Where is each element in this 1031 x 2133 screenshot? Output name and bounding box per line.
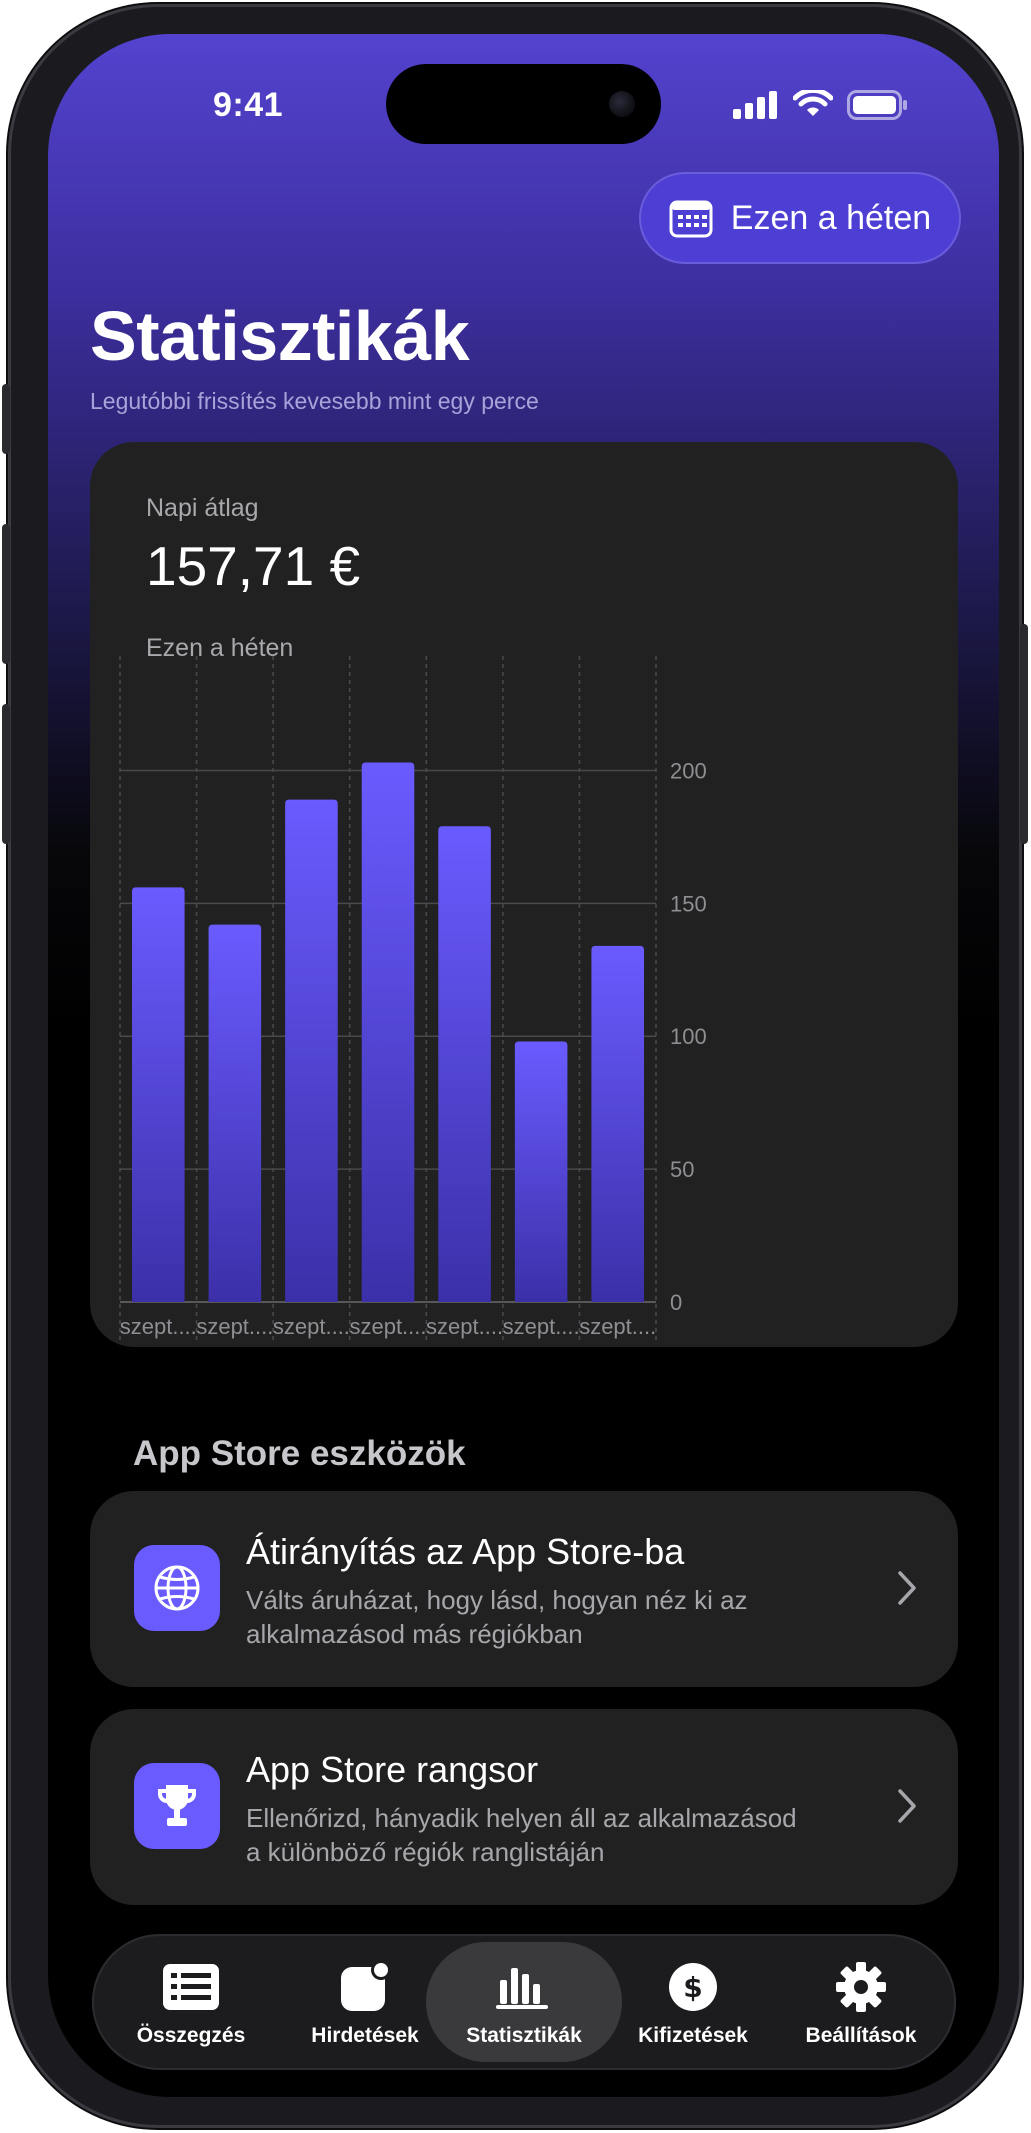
tool-card-app-store-ranking[interactable]: App Store rangsor Ellenőrizd, hányadik h… [90,1709,958,1905]
x-tick-label: szept.... [273,1314,350,1339]
action-button [2,384,10,454]
tab-label: Összegzés [136,2024,246,2047]
dynamic-island [386,64,661,144]
dollar-icon: $ [668,1956,718,2018]
x-tick-label: szept.... [196,1314,273,1339]
bar [132,887,185,1302]
x-tick-label: szept.... [349,1314,426,1339]
bar [514,1041,568,1302]
daily-average-card: Napi átlag 157,71 € Ezen a héten 0 50 100 1… [90,442,958,1347]
period-selector-label: Ezen a héten [730,198,932,237]
tab-label: Beállítások [805,2024,917,2047]
tab-bar: Összegzés Hirdetések Statisztikák $ Kifi… [92,1934,956,2070]
svg-text:$: $ [683,1971,702,2004]
app-badge-icon [337,1956,393,2018]
section-title-app-store-tools: App Store eszközök [133,1434,466,1473]
status-time: 9:41 [212,86,284,124]
y-tick-label: 200 [670,758,707,783]
phone-frame: 9:41 Ezen a héten Statisztikák Legutóbbi… [2,4,1028,2128]
tab-payouts[interactable]: $ Kifizetések [604,1942,782,2062]
tool-description: Ellenőrizd, hányadik helyen áll az alkal… [246,1803,797,1867]
calendar-icon [669,200,713,238]
volume-up-button [2,524,10,664]
bar [591,945,644,1302]
tab-label: Statisztikák [466,2024,582,2047]
gear-icon [835,1956,887,2018]
camera-icon [609,91,635,117]
last-updated-text: Legutóbbi frissítés kevesebb mint egy pe… [90,388,539,414]
power-button [1020,624,1028,844]
tab-settings[interactable]: Beállítások [772,1942,950,2062]
x-tick-label: szept.... [120,1314,197,1339]
tab-summary[interactable]: Összegzés [102,1942,280,2062]
tool-description: Válts áruházat, hogy lásd, hogyan néz ki… [246,1585,748,1649]
y-tick-label: 0 [670,1290,682,1315]
volume-down-button [2,704,10,844]
page-title: Statisztikák [90,297,470,375]
globe-icon [134,1545,220,1631]
x-tick-label: szept.... [426,1314,503,1339]
cellular-signal-icon [733,91,777,119]
list-icon [163,1956,219,2018]
status-icons [733,90,909,120]
bar [285,799,338,1302]
tab-label: Kifizetések [638,2024,748,2047]
y-tick-label: 50 [670,1157,694,1182]
battery-icon [847,90,907,120]
x-tick-label: szept.... [503,1314,580,1339]
tool-title: Átirányítás az App Store-ba [246,1531,685,1572]
bar [208,924,262,1302]
chevron-right-icon [898,1789,916,1823]
trophy-icon [134,1763,220,1849]
screen: 9:41 Ezen a héten Statisztikák Legutóbbi… [48,34,999,2097]
chevron-right-icon [898,1571,916,1605]
period-selector-button[interactable]: Ezen a héten [639,172,961,264]
tab-statistics[interactable]: Statisztikák [426,1942,622,2062]
tab-label: Hirdetések [311,2024,419,2047]
tool-title: App Store rangsor [246,1749,539,1790]
wifi-icon [793,90,833,116]
earnings-bar-chart: 050100150200szept.... szept.... szept.... s… [119,656,707,1342]
x-tick-label: szept.... [579,1314,656,1339]
tool-card-app-store-redirect[interactable]: Átirányítás az App Store-ba Válts áruház… [90,1491,958,1687]
bar-chart-icon [496,1956,552,2018]
y-tick-label: 100 [670,1024,707,1049]
bar [361,762,415,1302]
bar [438,826,491,1302]
y-tick-label: 150 [670,891,707,916]
